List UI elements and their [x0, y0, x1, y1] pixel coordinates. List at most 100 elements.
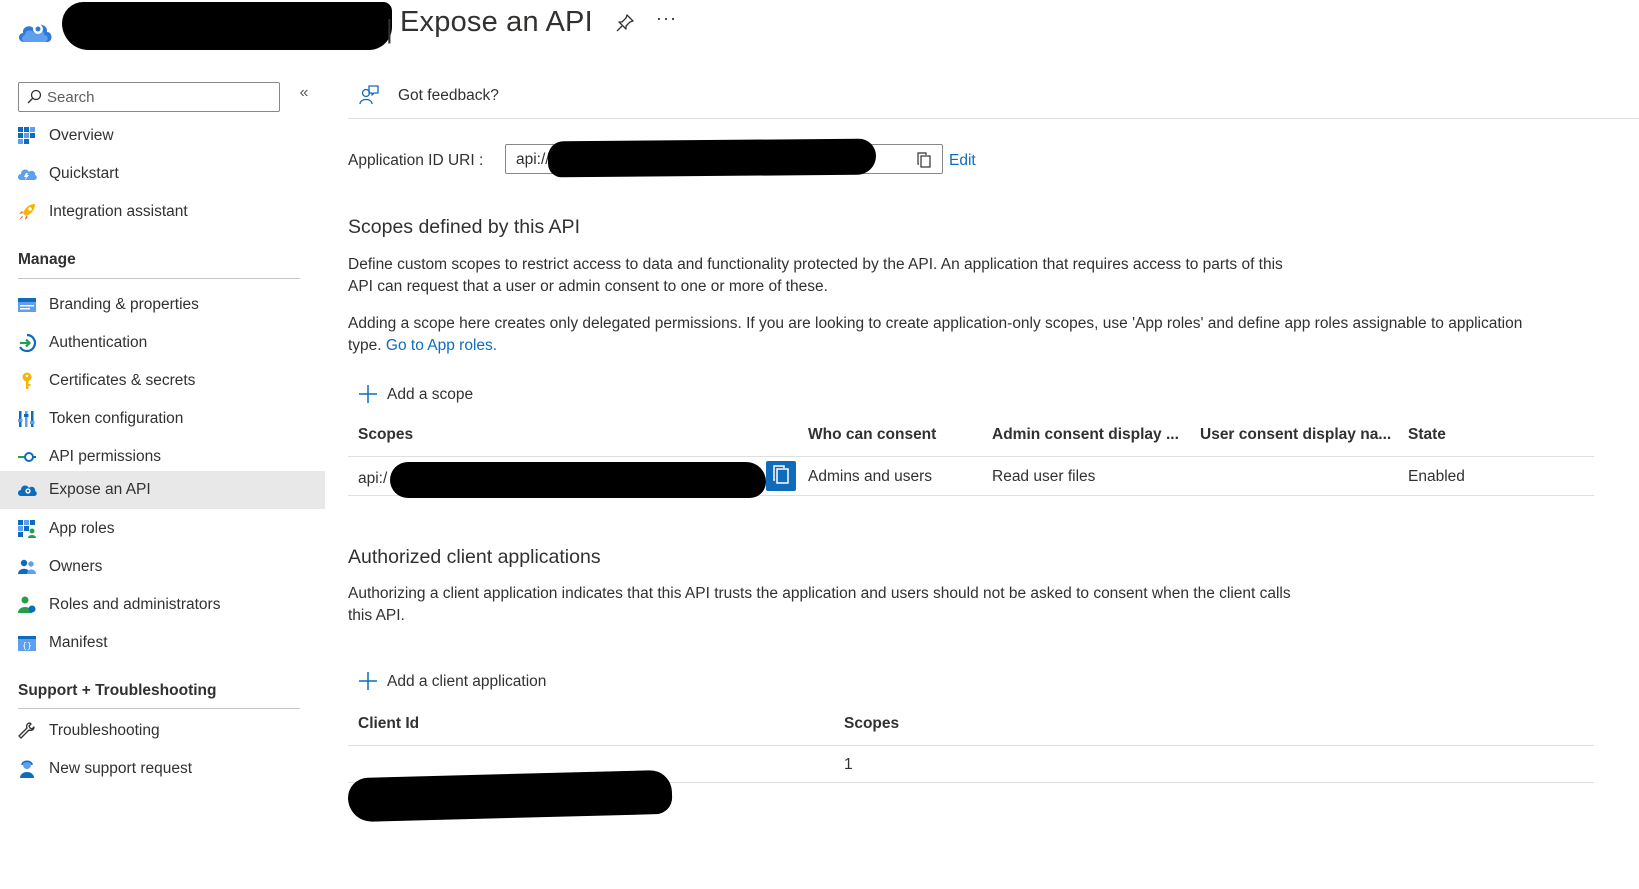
redacted-scope-name	[390, 462, 766, 498]
rocket-icon	[19, 204, 35, 220]
overview-grid-icon	[18, 127, 35, 144]
sidebar-item-certificates-secrets[interactable]: Certificates & secrets	[0, 362, 325, 400]
table-header-divider	[348, 456, 1594, 457]
state-cell: Enabled	[1408, 468, 1465, 485]
clients-description-line2: this API.	[348, 607, 405, 624]
svg-text:{}: {}	[22, 641, 32, 650]
sidebar-item-label: Integration assistant	[49, 203, 188, 220]
sidebar-item-troubleshooting[interactable]: Troubleshooting	[0, 712, 325, 750]
plus-icon	[359, 385, 377, 403]
sidebar-item-label: Troubleshooting	[49, 722, 160, 739]
scopes-note: Adding a scope here creates only delegat…	[348, 313, 1522, 357]
redacted-app-name	[62, 2, 392, 50]
pin-icon[interactable]	[614, 12, 636, 34]
clients-description-line1: Authorizing a client application indicat…	[348, 585, 1291, 602]
sidebar-item-label: Expose an API	[49, 481, 151, 498]
add-scope-label: Add a scope	[387, 386, 474, 403]
clients-description: Authorizing a client application indicat…	[348, 583, 1291, 627]
sidebar-item-roles-administrators[interactable]: Roles and administrators	[0, 586, 325, 624]
expose-api-cloud-icon	[18, 485, 37, 496]
wrench-icon	[18, 722, 35, 739]
scopes-note-prefix: type.	[348, 337, 382, 354]
app-roles-icon	[18, 520, 36, 538]
column-header-admin-consent-display: Admin consent display ...	[992, 426, 1179, 443]
sidebar-search[interactable]	[18, 82, 280, 112]
support-heading: Support + Troubleshooting	[18, 682, 217, 699]
add-client-application-label: Add a client application	[387, 673, 547, 690]
redacted-app-id-uri	[547, 138, 877, 178]
sidebar-item-quickstart[interactable]: Quickstart	[0, 155, 325, 193]
page-title: Expose an API	[400, 6, 593, 38]
manage-heading: Manage	[18, 251, 76, 268]
go-to-app-roles-link[interactable]: Go to App roles.	[386, 337, 497, 354]
sidebar-item-label: Overview	[49, 127, 114, 144]
sidebar-item-label: Roles and administrators	[49, 596, 221, 613]
scopes-description-line1: Define custom scopes to restrict access …	[348, 256, 1283, 273]
collapse-sidebar-icon[interactable]: «	[296, 84, 312, 106]
client-scopes-cell: 1	[844, 756, 853, 773]
scope-link[interactable]: api:/	[358, 470, 387, 488]
search-icon	[27, 89, 42, 104]
support-divider	[18, 708, 300, 709]
column-header-client-scopes: Scopes	[844, 715, 900, 732]
client-table-header-divider	[348, 745, 1594, 746]
scopes-note-line1: Adding a scope here creates only delegat…	[348, 315, 1523, 332]
sidebar-item-label: Quickstart	[49, 165, 119, 182]
branding-icon	[18, 298, 36, 312]
app-id-uri-label: Application ID URI :	[348, 152, 484, 169]
sidebar: « Overview Quickstart Integration assist…	[0, 70, 325, 889]
sidebar-item-label: Branding & properties	[49, 296, 199, 313]
sidebar-item-token-configuration[interactable]: Token configuration	[0, 400, 325, 438]
quickstart-cloud-icon	[18, 169, 37, 180]
copy-scope-button[interactable]	[766, 461, 796, 491]
sidebar-item-label: API permissions	[49, 448, 161, 465]
sidebar-item-label: New support request	[49, 760, 193, 777]
sidebar-item-label: Certificates & secrets	[49, 372, 196, 389]
support-person-icon	[20, 760, 34, 778]
who-can-consent-cell: Admins and users	[808, 468, 933, 485]
scopes-note-line2: type. Go to App roles.	[348, 335, 1522, 357]
column-header-client-id: Client Id	[358, 715, 420, 732]
scopes-description: Define custom scopes to restrict access …	[348, 254, 1283, 298]
sidebar-item-label: App roles	[49, 520, 115, 537]
scopes-section-title: Scopes defined by this API	[348, 216, 580, 238]
copy-icon	[773, 465, 789, 484]
column-header-scopes: Scopes	[358, 426, 414, 443]
clients-section-title: Authorized client applications	[348, 546, 601, 568]
column-header-who-can-consent: Who can consent	[808, 426, 937, 443]
sidebar-item-label: Owners	[49, 558, 103, 575]
authentication-icon	[19, 333, 36, 353]
command-bar-divider	[348, 118, 1639, 119]
feedback-person-icon	[359, 85, 379, 105]
sidebar-item-branding[interactable]: Branding & properties	[0, 286, 325, 324]
admin-consent-display-cell: Read user files	[992, 468, 1096, 485]
feedback-label: Got feedback?	[398, 87, 499, 104]
scopes-description-line2: API can request that a user or admin con…	[348, 278, 828, 295]
plus-icon	[359, 672, 377, 690]
owners-icon	[18, 559, 36, 574]
sidebar-item-app-roles[interactable]: App roles	[0, 510, 325, 548]
token-bars-icon	[18, 411, 35, 427]
copy-icon[interactable]	[916, 152, 932, 168]
manifest-icon: {}	[18, 636, 36, 651]
roles-admins-icon	[18, 596, 36, 613]
api-permissions-icon	[18, 452, 36, 462]
sidebar-item-expose-api[interactable]: Expose an API	[0, 471, 325, 509]
sidebar-item-owners[interactable]: Owners	[0, 548, 325, 586]
sidebar-item-manifest[interactable]: {} Manifest	[0, 624, 325, 662]
search-input[interactable]	[47, 86, 272, 108]
app-id-uri-value: api://	[516, 151, 550, 168]
title-separator: |	[386, 14, 393, 44]
more-options-icon[interactable]: ···	[656, 8, 677, 29]
redacted-client-id	[347, 769, 673, 823]
sidebar-item-new-support-request[interactable]: New support request	[0, 750, 325, 788]
page-header: | Expose an API ···	[0, 0, 1639, 60]
app-registration-cloud-icon	[18, 24, 52, 42]
edit-app-id-link[interactable]: Edit	[949, 152, 976, 170]
sidebar-item-label: Manifest	[49, 634, 108, 651]
sidebar-item-label: Token configuration	[49, 410, 184, 427]
sidebar-item-overview[interactable]: Overview	[0, 117, 325, 155]
sidebar-item-authentication[interactable]: Authentication	[0, 324, 325, 362]
sidebar-item-integration-assistant[interactable]: Integration assistant	[0, 193, 325, 231]
sidebar-item-label: Authentication	[49, 334, 148, 351]
